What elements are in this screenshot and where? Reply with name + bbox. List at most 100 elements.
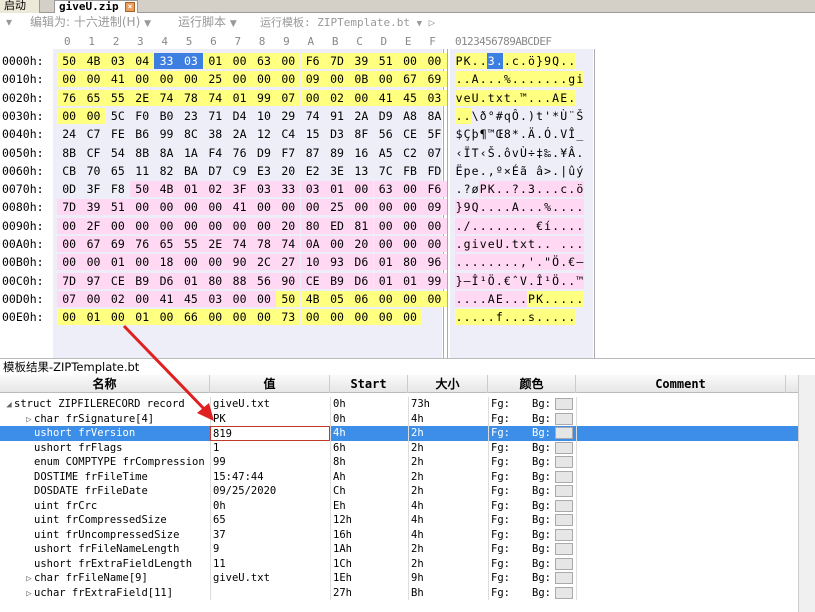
hex-byte[interactable]: 11 bbox=[130, 163, 154, 179]
hex-byte[interactable]: 01 bbox=[130, 309, 155, 326]
ascii-char[interactable]: g bbox=[567, 71, 576, 88]
ascii-char[interactable]: . bbox=[519, 53, 528, 69]
hex-byte[interactable]: 7D bbox=[57, 199, 82, 216]
hex-byte[interactable]: 01 bbox=[373, 254, 398, 271]
ascii-char[interactable]: Q bbox=[551, 53, 560, 69]
ascii-char[interactable]: . bbox=[495, 254, 504, 271]
hex-byte[interactable]: 41 bbox=[227, 199, 252, 216]
ascii-char[interactable]: – bbox=[575, 254, 584, 271]
hex-byte[interactable]: 00 bbox=[300, 309, 325, 326]
ascii-char[interactable]: x bbox=[495, 89, 504, 106]
hex-byte[interactable]: 33 bbox=[154, 53, 179, 69]
ascii-char[interactable]: . bbox=[535, 181, 544, 198]
ascii-char[interactable]: ? bbox=[463, 181, 471, 197]
hex-byte[interactable]: 2E bbox=[130, 89, 155, 106]
ascii-char[interactable]: . bbox=[503, 309, 512, 326]
table-row[interactable]: ushort frFileNameLength 9 1Ah 2h Fg: Bg: bbox=[0, 542, 815, 557]
hex-byte[interactable]: 00 bbox=[373, 199, 398, 216]
hex-byte[interactable]: 8A bbox=[154, 145, 178, 161]
ascii-char[interactable]: i bbox=[575, 71, 584, 88]
hex-byte[interactable]: 00 bbox=[105, 217, 130, 234]
ascii-char[interactable]: . bbox=[503, 236, 512, 252]
ascii-char[interactable]: . bbox=[527, 199, 536, 216]
table-row[interactable]: DOSDATE frFileDate 09/25/2020 Ch 2h Fg: Bg: bbox=[0, 484, 815, 499]
hex-byte[interactable]: 74 bbox=[203, 89, 228, 106]
ascii-char[interactable]: t bbox=[503, 89, 512, 106]
ascii-char[interactable]: Ö bbox=[487, 272, 496, 289]
ascii-char[interactable]: q bbox=[503, 108, 511, 124]
ascii-char[interactable]: U bbox=[471, 89, 480, 106]
bg-color-swatch[interactable] bbox=[555, 398, 573, 410]
ascii-char[interactable]: . bbox=[519, 309, 528, 326]
cell-value[interactable]: 99 bbox=[210, 455, 330, 470]
hex-byte[interactable]: 74 bbox=[154, 89, 179, 106]
ascii-char[interactable]: * bbox=[511, 126, 519, 142]
ascii-char[interactable]: . bbox=[455, 217, 464, 234]
ascii-char[interactable]: t bbox=[487, 89, 496, 106]
hex-byte[interactable]: 13 bbox=[349, 163, 373, 179]
hex-byte[interactable]: 51 bbox=[105, 199, 130, 216]
hex-byte[interactable]: 00 bbox=[397, 217, 423, 234]
bg-color-swatch[interactable] bbox=[555, 586, 573, 599]
cell-value[interactable]: 0h bbox=[210, 498, 330, 513]
ascii-char[interactable]: ô bbox=[503, 145, 511, 161]
hex-byte[interactable]: 00 bbox=[154, 199, 179, 216]
hex-byte[interactable]: 00 bbox=[373, 309, 398, 326]
ascii-char[interactable]: t bbox=[511, 236, 520, 252]
ascii-char[interactable]: ™ bbox=[487, 126, 495, 142]
hex-byte[interactable]: 63 bbox=[251, 53, 277, 69]
ascii-char[interactable] bbox=[527, 217, 536, 234]
hex-byte[interactable]: 7D bbox=[57, 272, 82, 289]
ascii-char[interactable]: p bbox=[463, 163, 471, 179]
ascii-char[interactable]: ¹ bbox=[479, 272, 488, 289]
ascii-char[interactable]: c bbox=[559, 181, 568, 198]
ascii-char[interactable]: K bbox=[535, 290, 544, 307]
ascii-char[interactable]: Œ bbox=[495, 126, 503, 142]
ascii-char[interactable]: . bbox=[487, 71, 496, 88]
ascii-char[interactable]: . bbox=[455, 290, 464, 307]
hex-byte[interactable]: 00 bbox=[57, 236, 82, 252]
hex-byte[interactable]: 76 bbox=[130, 236, 155, 252]
cell-value[interactable]: 1 bbox=[210, 440, 330, 455]
hex-byte[interactable]: 00 bbox=[397, 53, 423, 69]
ascii-char[interactable]: . bbox=[511, 89, 520, 106]
ascii-char[interactable]: . bbox=[471, 290, 480, 307]
ascii-char[interactable]: Ó bbox=[544, 126, 552, 142]
hex-byte[interactable]: 00 bbox=[203, 217, 228, 234]
ascii-char[interactable]: Ù bbox=[560, 108, 568, 124]
ascii-char[interactable]: . bbox=[503, 290, 512, 307]
header-color[interactable]: 颜色 bbox=[488, 375, 576, 393]
hex-byte[interactable]: 96 bbox=[422, 254, 447, 271]
ascii-char[interactable]: 8 bbox=[503, 126, 511, 142]
ascii-char[interactable]: ø bbox=[471, 181, 479, 197]
ascii-char[interactable]: ¹ bbox=[543, 272, 552, 289]
ascii-char[interactable]: * bbox=[552, 108, 560, 124]
hex-byte[interactable]: 87 bbox=[301, 145, 325, 161]
bg-color-swatch[interactable] bbox=[555, 456, 573, 468]
ascii-char[interactable]: . bbox=[551, 71, 560, 88]
hex-byte[interactable]: 00 bbox=[397, 290, 423, 307]
hex-byte[interactable]: D6 bbox=[349, 272, 374, 289]
ascii-char[interactable]: . bbox=[543, 290, 552, 307]
ascii-char[interactable]: . bbox=[519, 290, 528, 307]
ascii-char[interactable]: Ï bbox=[463, 145, 471, 161]
ascii-char[interactable]: } bbox=[455, 272, 464, 289]
hex-byte[interactable]: 55 bbox=[178, 236, 204, 252]
ascii-char[interactable]: . bbox=[543, 71, 552, 88]
hex-byte[interactable]: 00 bbox=[276, 53, 301, 69]
ascii-char[interactable]: . bbox=[455, 181, 463, 197]
bg-color-swatch[interactable] bbox=[555, 499, 573, 512]
hex-byte[interactable]: 99 bbox=[251, 89, 277, 106]
table-row[interactable]: ◢ struct ZIPFILERECORD record giveU.txt 0h 7… bbox=[0, 397, 815, 412]
ascii-char[interactable]: . bbox=[527, 71, 536, 88]
hex-byte[interactable]: B6 bbox=[130, 126, 154, 142]
hex-byte[interactable]: D9 bbox=[252, 145, 276, 161]
ascii-char[interactable]: . bbox=[551, 309, 560, 326]
ascii-char[interactable]: . bbox=[535, 254, 544, 271]
hex-byte[interactable]: B0 bbox=[154, 108, 178, 124]
hex-byte[interactable]: BA bbox=[179, 163, 203, 179]
hex-byte[interactable]: 69 bbox=[422, 71, 447, 88]
ascii-char[interactable]: . bbox=[495, 53, 504, 69]
hex-byte[interactable]: 99 bbox=[422, 272, 447, 289]
hex-byte[interactable]: 4B bbox=[81, 53, 106, 69]
